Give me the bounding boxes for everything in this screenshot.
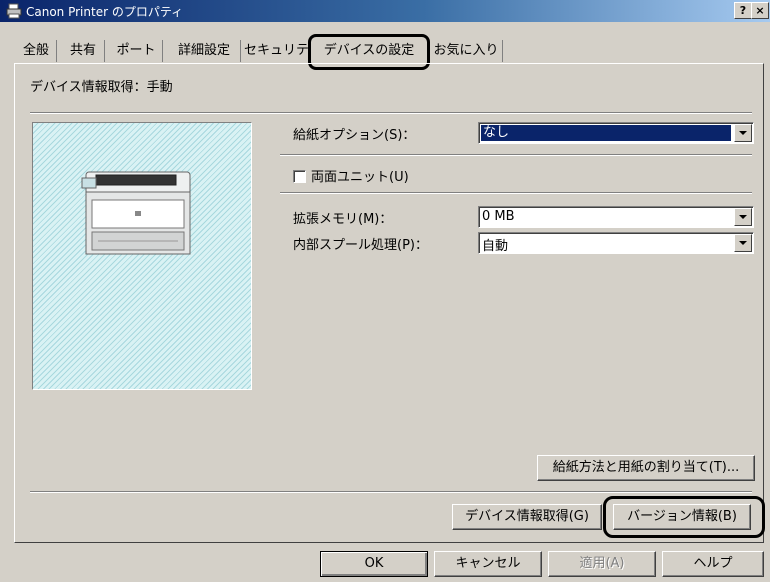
get-device-info-button[interactable]: デバイス情報取得(G) — [452, 504, 602, 530]
tab-ports[interactable]: ポート — [110, 40, 163, 62]
chevron-down-icon[interactable] — [734, 234, 752, 252]
apply-button[interactable]: 適用(A) — [548, 551, 656, 577]
version-info-button[interactable]: バージョン情報(B) — [613, 504, 751, 530]
help-title-button[interactable]: ? — [734, 2, 752, 19]
paper-option-label: 給紙オプション(S)： — [293, 128, 416, 143]
divider-duplex — [280, 192, 752, 194]
duplex-label[interactable]: 両面ユニット(U) — [311, 166, 409, 185]
printer-image — [81, 171, 191, 255]
cancel-button[interactable]: キャンセル — [434, 551, 542, 577]
memory-select[interactable]: 0 MB — [478, 206, 754, 228]
spool-select[interactable]: 自動 — [478, 232, 754, 254]
close-button[interactable]: × — [751, 2, 769, 19]
tab-sharing[interactable]: 共有 — [62, 40, 105, 62]
divider-bottom — [30, 491, 752, 493]
paper-option-value: なし — [481, 125, 731, 141]
ok-button[interactable]: OK — [320, 551, 428, 577]
assign-paper-button[interactable]: 給紙方法と用紙の割り当て(T)... — [537, 455, 755, 481]
tab-favorites[interactable]: お気に入り — [430, 40, 503, 62]
divider-top — [30, 112, 752, 114]
paper-option-select[interactable]: なし — [478, 122, 754, 144]
title-bar: Canon Printer のプロパティ ? × — [0, 0, 770, 22]
spool-label: 内部スプール処理(P)： — [293, 238, 428, 253]
spool-value: 自動 — [482, 239, 509, 254]
device-info-status: デバイス情報取得：手動 — [30, 80, 173, 95]
chevron-down-icon[interactable] — [734, 208, 752, 226]
memory-value: 0 MB — [482, 209, 515, 224]
help-button[interactable]: ヘルプ — [662, 551, 764, 577]
printer-icon — [6, 3, 22, 19]
chevron-down-icon[interactable] — [734, 124, 752, 142]
duplex-checkbox[interactable] — [293, 170, 306, 183]
memory-label: 拡張メモリ(M)： — [293, 212, 393, 227]
divider-options — [280, 154, 752, 156]
tab-security[interactable]: セキュリテ — [244, 40, 309, 62]
tab-general[interactable]: 全般 — [16, 40, 57, 62]
window-title: Canon Printer のプロパティ — [26, 5, 184, 19]
tab-advanced[interactable]: 詳細設定 — [168, 40, 241, 62]
